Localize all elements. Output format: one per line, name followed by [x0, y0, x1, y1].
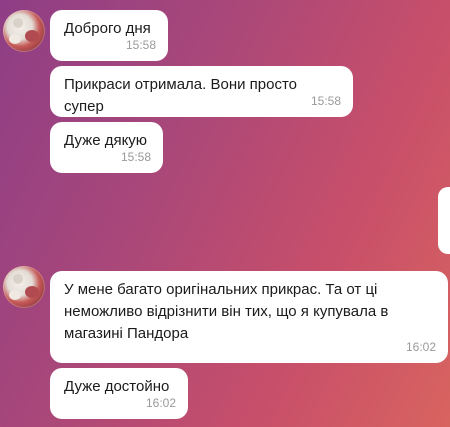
message-bubble[interactable]: Доброго дня 15:58: [50, 10, 168, 61]
sender-avatar[interactable]: [3, 266, 45, 308]
sender-avatar[interactable]: [3, 10, 45, 52]
message-bubble[interactable]: У мене багато оригінальних прикрас. Та о…: [50, 271, 448, 363]
message-time: 15:58: [310, 94, 341, 108]
outgoing-message-bubble[interactable]: [438, 187, 450, 254]
message-time: 16:02: [145, 396, 176, 410]
message-bubble[interactable]: Прикраси отримала. Вони просто супер 15:…: [50, 66, 353, 117]
message-bubble[interactable]: Дуже достойно 16:02: [50, 368, 188, 419]
message-bubble[interactable]: Дуже дякую 15:58: [50, 122, 163, 173]
message-text: Прикраси отримала. Вони просто супер: [64, 76, 298, 115]
message-time: 16:02: [405, 340, 436, 354]
message-time: 15:58: [120, 150, 151, 164]
message-text: У мене багато оригінальних прикрас. Та о…: [64, 281, 389, 342]
message-time: 15:58: [125, 38, 156, 52]
